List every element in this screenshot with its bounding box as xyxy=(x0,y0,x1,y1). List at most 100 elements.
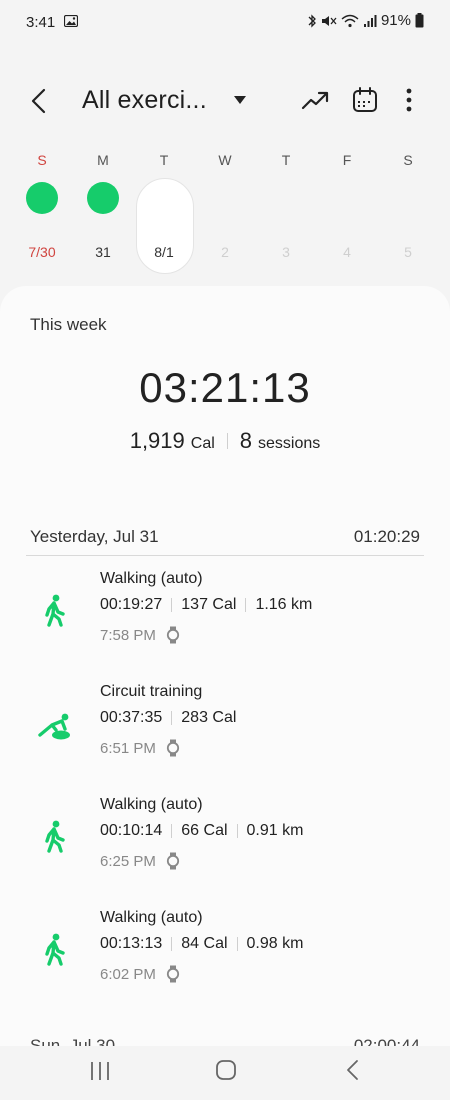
session-start-time-row: 6:02 PM xyxy=(100,965,180,983)
sessions-unit: sessions xyxy=(258,435,321,452)
bluetooth-icon xyxy=(308,13,316,28)
week-day-number: 7/30 xyxy=(28,244,56,260)
stat-divider xyxy=(171,711,173,725)
week-day-number: 8/1 xyxy=(154,244,174,260)
exercise-summary-card: This week 03:21:13 1,919 Cal 8 sessions … xyxy=(0,286,450,1046)
week-day-letter: S xyxy=(403,152,413,168)
exercise-session-item[interactable]: Circuit training 00:37:35 283 Cal 6:51 PM xyxy=(0,681,450,781)
week-calories: 1,919 xyxy=(129,428,185,453)
week-day-number: 5 xyxy=(404,244,412,260)
week-day-letter: S xyxy=(37,152,47,168)
session-start-time: 7:58 PM xyxy=(100,626,156,644)
week-day: S5 xyxy=(379,146,437,276)
session-duration: 00:37:35 xyxy=(100,709,163,726)
day-group-duration: 01:20:29 xyxy=(353,527,420,546)
battery-icon xyxy=(415,13,424,28)
week-day-number: 4 xyxy=(343,244,351,260)
session-stats: 00:37:35 283 Cal xyxy=(100,709,236,727)
week-day[interactable]: S 7/30 xyxy=(13,146,71,276)
week-strip: S 7/30 M 31 T 8/1 W 2 T 3 F 4 S 5 xyxy=(0,146,450,276)
week-day: W2 xyxy=(196,146,254,276)
calories-unit: Cal xyxy=(190,435,215,452)
battery-percent: 91% xyxy=(380,12,411,29)
week-day[interactable]: M 31 xyxy=(74,146,132,276)
exercise-day-dot xyxy=(26,182,58,214)
mute-icon xyxy=(321,15,337,26)
session-distance: 1.16 km xyxy=(255,596,313,613)
next-day-group-date: Sun, Jul 30 xyxy=(30,1036,116,1046)
week-day[interactable]: T 8/1 xyxy=(135,146,193,276)
app-bar: All exerci... xyxy=(0,76,450,124)
next-day-group-duration: 02:00:44 xyxy=(353,1036,420,1046)
week-day-letter: W xyxy=(218,152,232,168)
trend-icon[interactable] xyxy=(300,88,330,112)
circuit-training-icon xyxy=(36,705,74,743)
nav-back-icon[interactable] xyxy=(342,1058,362,1082)
session-start-time: 6:51 PM xyxy=(100,739,156,757)
session-name: Circuit training xyxy=(100,683,203,700)
watch-icon xyxy=(166,852,179,870)
exercise-filter-title[interactable]: All exerci... xyxy=(82,86,207,115)
back-arrow-icon[interactable] xyxy=(24,86,54,116)
exercise-session-item[interactable]: Walking (auto) 00:10:14 66 Cal 0.91 km 6:25 … xyxy=(0,794,450,894)
session-distance: 0.98 km xyxy=(246,935,304,952)
more-vert-icon[interactable] xyxy=(398,85,420,115)
signal-icon xyxy=(363,14,377,27)
session-start-time-row: 7:58 PM xyxy=(100,626,180,644)
day-group-header: Yesterday, Jul 31 01:20:29 xyxy=(26,524,424,556)
session-name: Walking (auto) xyxy=(100,796,203,813)
week-day-letter: T xyxy=(281,152,291,168)
stats-divider xyxy=(226,433,228,449)
session-name: Walking (auto) xyxy=(100,909,203,926)
session-stats: 00:19:27 137 Cal 1.16 km xyxy=(100,596,312,614)
session-duration: 00:19:27 xyxy=(100,596,163,613)
wifi-icon xyxy=(341,14,359,27)
week-total-time: 03:21:13 xyxy=(139,364,311,411)
walking-icon xyxy=(36,931,74,969)
day-group-date: Yesterday, Jul 31 xyxy=(30,527,159,546)
session-duration: 00:13:13 xyxy=(100,935,163,952)
recents-icon[interactable] xyxy=(88,1060,112,1082)
week-day-number: 3 xyxy=(282,244,290,260)
week-day: T3 xyxy=(257,146,315,276)
calendar-icon[interactable] xyxy=(351,86,379,114)
session-stats: 00:13:13 84 Cal 0.98 km xyxy=(100,935,303,953)
stat-divider xyxy=(236,824,238,838)
session-distance: 0.91 km xyxy=(246,822,304,839)
session-start-time: 6:25 PM xyxy=(100,852,156,870)
exercise-session-item[interactable]: Walking (auto) 00:19:27 137 Cal 1.16 km 7:58… xyxy=(0,568,450,668)
week-stats: 1,919 Cal 8 sessions xyxy=(0,428,450,454)
session-start-time: 6:02 PM xyxy=(100,965,156,983)
stat-divider xyxy=(171,824,173,838)
week-day-letter: T xyxy=(159,152,169,168)
week-day-number: 2 xyxy=(221,244,229,260)
exercise-session-item[interactable]: Walking (auto) 00:13:13 84 Cal 0.98 km 6:02 … xyxy=(0,907,450,1007)
week-day: F4 xyxy=(318,146,376,276)
status-bar: 3:41 91% xyxy=(0,0,450,46)
session-stats: 00:10:14 66 Cal 0.91 km xyxy=(100,822,303,840)
session-start-time-row: 6:51 PM xyxy=(100,739,180,757)
week-day-number: 31 xyxy=(95,244,111,260)
walking-icon xyxy=(36,592,74,630)
session-start-time-row: 6:25 PM xyxy=(100,852,180,870)
status-right-icons: 91% xyxy=(307,12,424,29)
session-calories: 137 Cal xyxy=(181,596,237,613)
home-icon[interactable] xyxy=(214,1058,238,1082)
session-calories: 283 Cal xyxy=(181,709,237,726)
gallery-notification-icon xyxy=(64,15,78,27)
watch-icon xyxy=(166,965,179,983)
week-day-letter: F xyxy=(342,152,352,168)
stat-divider xyxy=(171,598,173,612)
stat-divider xyxy=(245,598,247,612)
session-calories: 84 Cal xyxy=(181,935,228,952)
watch-icon xyxy=(166,626,179,644)
dropdown-caret-icon[interactable] xyxy=(232,94,248,106)
exercise-day-dot xyxy=(87,182,119,214)
session-duration: 00:10:14 xyxy=(100,822,163,839)
stat-divider xyxy=(171,937,173,951)
walking-icon xyxy=(36,818,74,856)
status-time: 3:41 xyxy=(26,14,56,31)
session-calories: 66 Cal xyxy=(181,822,228,839)
session-name: Walking (auto) xyxy=(100,570,203,587)
stat-divider xyxy=(236,937,238,951)
